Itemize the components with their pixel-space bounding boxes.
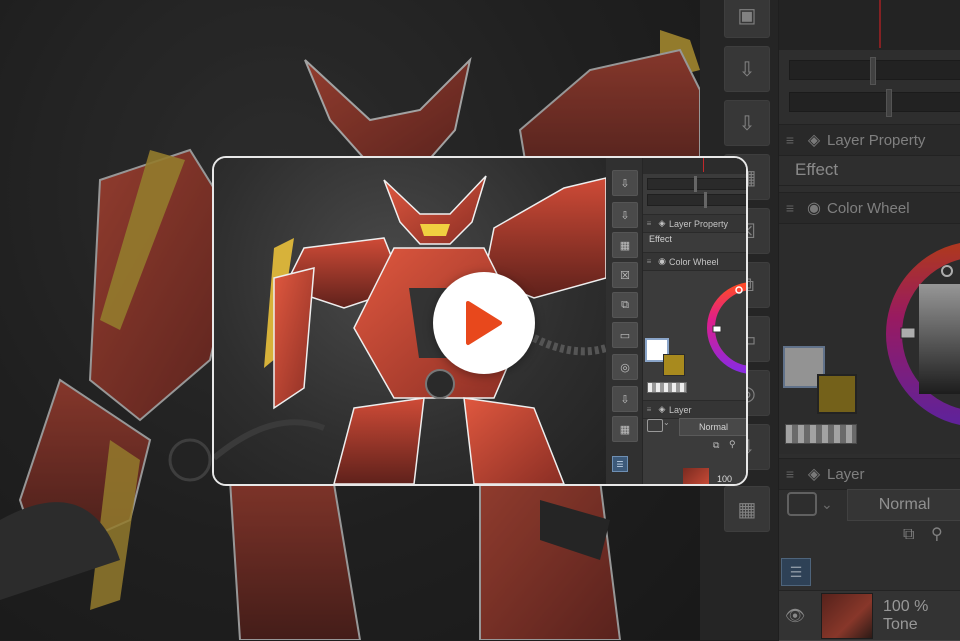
blend-mode-select: Normal [679,418,746,436]
brush-size-slider [647,176,746,192]
layer-type-box [647,419,663,432]
layer-property-label: Layer Property [669,218,729,229]
transparent-color-swatch [647,382,687,393]
chevron-down-icon: ⌄ [663,418,670,427]
layers-icon: ◈ [658,218,666,228]
layer-label: Layer [669,404,692,415]
layer-thumbnail [683,468,709,484]
layer-property-header: ≡ ◈ Layer Property [643,214,746,233]
camera-icon: ◎ [612,354,638,380]
export-icon: ⇩ [612,170,638,196]
import-icon: ⇩ [612,386,638,412]
x-box-icon: ☒ [612,262,638,288]
grid-icon: ▦ [612,232,638,258]
grid-icon: ▦ [612,416,638,442]
layer-list-icon: ☰ [612,456,628,472]
video-panel-main: ≡ ◈ Layer Property Effect ≡ ◉ Color Whee… [643,158,746,484]
color-wheel-header: ≡ ◉ Color Wheel [643,252,746,271]
video-app-panel: ⇩ ⇩ ▦ ☒ ⧉ ▭ ◎ ⇩ ▦ ☰ ≡ ◈ Layer Property E… [606,158,746,484]
play-button[interactable] [433,272,535,374]
slider-knob [704,192,707,208]
blend-mode-label: Normal [698,422,728,432]
play-icon [466,301,502,345]
layer-opacity: 100 [717,474,733,484]
slider-knob [694,176,697,192]
grip-icon: ≡ [646,219,652,228]
layers-icon: ◈ [658,404,666,414]
video-tool-column: ⇩ ⇩ ▦ ☒ ⧉ ▭ ◎ ⇩ ▦ ☰ [606,158,643,484]
sub-color-swatch [663,354,685,376]
video-robot-illustration [214,175,608,484]
video-thumbnail-card[interactable]: ⇩ ⇩ ▦ ☒ ⧉ ▭ ◎ ⇩ ▦ ☰ ≡ ◈ Layer Property E… [212,156,748,486]
video-canvas-strip [643,158,746,174]
clip-icon: ⧉ [612,292,638,318]
lock-icon: ⚲ [729,439,736,449]
grip-icon: ≡ [646,257,652,266]
accent-line [703,158,704,172]
color-wheel-label: Color Wheel [669,256,719,267]
folder-icon: ▭ [612,322,638,348]
color-wheel [707,282,746,374]
clip-layer-icon: ⧉ [713,440,720,450]
layer-header: ≡ ◈ Layer [643,400,746,419]
video-artwork [214,158,608,484]
export-icon: ⇩ [612,202,638,228]
effect-label: Effect [649,234,672,244]
grip-icon: ≡ [646,405,652,414]
opacity-slider [647,192,746,208]
color-wheel-icon: ◉ [658,256,666,266]
